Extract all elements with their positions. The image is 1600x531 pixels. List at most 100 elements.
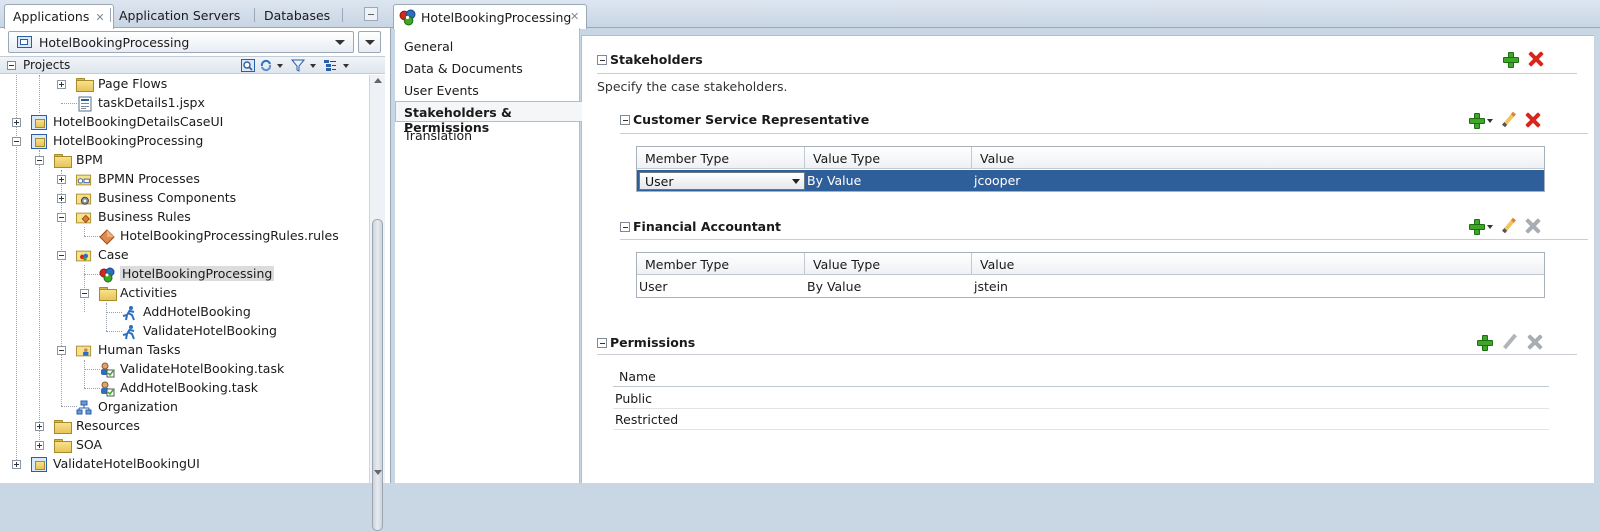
tree-item-resources[interactable]: Resources bbox=[0, 417, 368, 436]
tree-item-soa[interactable]: SOA bbox=[0, 436, 368, 455]
tree-scrollbar[interactable] bbox=[369, 75, 385, 531]
delete-member-icon[interactable] bbox=[1525, 218, 1541, 234]
nav-data-documents[interactable]: Data & Documents bbox=[395, 58, 580, 79]
find-icon[interactable] bbox=[241, 59, 255, 72]
options-icon[interactable] bbox=[323, 59, 337, 72]
permissions-column-header[interactable]: Name bbox=[613, 365, 1549, 387]
tree-item-hotelbookingprocessing-case[interactable]: HotelBookingProcessing bbox=[0, 265, 368, 284]
application-selector[interactable]: HotelBookingProcessing bbox=[8, 31, 354, 53]
expand-icon[interactable] bbox=[12, 118, 21, 127]
add-stakeholder-icon[interactable] bbox=[1502, 51, 1519, 68]
expand-icon[interactable] bbox=[35, 422, 44, 431]
column-header[interactable]: Member Type bbox=[637, 147, 805, 169]
tree-item-validatehotelbooking[interactable]: ValidateHotelBooking bbox=[0, 322, 368, 341]
stakeholder-group-title: Customer Service Representative bbox=[633, 112, 870, 127]
tree-item-validatehotelbooking-task[interactable]: ValidateHotelBooking.task bbox=[0, 360, 368, 379]
scroll-down-icon[interactable] bbox=[374, 470, 382, 475]
rules-file-icon bbox=[99, 229, 115, 245]
tree-item-hotelbookingdetailscaseui[interactable]: HotelBookingDetailsCaseUI bbox=[0, 113, 368, 132]
minimize-icon[interactable] bbox=[364, 7, 378, 21]
nav-stakeholders-permissions[interactable]: Stakeholders & Permissions bbox=[395, 101, 582, 135]
add-member-icon[interactable] bbox=[1468, 218, 1485, 235]
tree-item-bpmn-processes[interactable]: BPMN Processes bbox=[0, 170, 368, 189]
application-menu-button[interactable] bbox=[358, 31, 381, 53]
editor-tab-hotelbookingprocessing[interactable]: HotelBookingProcessing ✕ bbox=[393, 4, 587, 29]
collapse-group-icon[interactable] bbox=[620, 222, 630, 232]
delete-permission-icon[interactable] bbox=[1527, 334, 1543, 350]
expand-icon[interactable] bbox=[57, 175, 66, 184]
table-row[interactable]: User By Value jcooper bbox=[637, 170, 1544, 191]
value-cell[interactable]: jstein bbox=[972, 276, 1008, 296]
chevron-down-icon[interactable] bbox=[1487, 225, 1493, 229]
nav-label: User Events bbox=[404, 83, 479, 98]
case-icon bbox=[99, 267, 115, 283]
tab-databases[interactable]: Databases bbox=[256, 4, 338, 28]
collapse-group-icon[interactable] bbox=[620, 115, 630, 125]
tree-item-validatehotelbookingui[interactable]: ValidateHotelBookingUI bbox=[0, 455, 368, 474]
sync-icon[interactable] bbox=[259, 59, 273, 72]
expand-icon[interactable] bbox=[57, 194, 66, 203]
collapse-section-icon[interactable] bbox=[597, 338, 607, 348]
tree-item-bpm[interactable]: BPM bbox=[0, 151, 368, 170]
task-file-icon bbox=[101, 381, 115, 397]
value-type-cell[interactable]: By Value bbox=[805, 170, 861, 190]
collapse-icon[interactable] bbox=[57, 213, 66, 222]
column-header[interactable]: Value bbox=[972, 253, 1544, 275]
tree-item-case[interactable]: Case bbox=[0, 246, 368, 265]
tree-item-label: SOA bbox=[76, 437, 103, 452]
edit-member-icon[interactable] bbox=[1500, 218, 1516, 234]
tree-item-activities[interactable]: Activities bbox=[0, 284, 368, 303]
member-type-cell[interactable]: User bbox=[637, 276, 668, 296]
chevron-down-icon[interactable] bbox=[343, 64, 349, 68]
close-icon[interactable]: ✕ bbox=[570, 10, 579, 23]
tree-item-rules-file[interactable]: HotelBookingProcessingRules.rules bbox=[0, 227, 368, 246]
value-type-cell[interactable]: By Value bbox=[805, 276, 861, 296]
collapse-icon[interactable] bbox=[57, 251, 66, 260]
tree-item-hotelbookingprocessing-project[interactable]: HotelBookingProcessing bbox=[0, 132, 368, 151]
chevron-down-icon[interactable] bbox=[310, 64, 316, 68]
tree-item-addhotelbooking-task[interactable]: AddHotelBooking.task bbox=[0, 379, 368, 398]
tab-application-servers[interactable]: Application Servers bbox=[111, 4, 248, 28]
folder-icon bbox=[99, 287, 117, 301]
column-header[interactable]: Value Type bbox=[805, 253, 972, 275]
expand-icon[interactable] bbox=[35, 441, 44, 450]
collapse-projects-icon[interactable] bbox=[7, 61, 16, 70]
nav-general[interactable]: General bbox=[395, 36, 580, 57]
tree-item-taskdetails-jspx[interactable]: taskDetails1.jspx bbox=[0, 94, 368, 113]
edit-member-icon[interactable] bbox=[1500, 112, 1516, 128]
tab-applications[interactable]: Applications ✕ bbox=[4, 4, 114, 29]
collapse-icon[interactable] bbox=[12, 137, 21, 146]
add-member-icon[interactable] bbox=[1468, 112, 1485, 129]
column-header[interactable]: Value bbox=[972, 147, 1544, 169]
collapse-icon[interactable] bbox=[35, 156, 44, 165]
collapse-icon[interactable] bbox=[80, 289, 89, 298]
delete-stakeholder-icon[interactable] bbox=[1528, 51, 1544, 67]
tree-item-human-tasks[interactable]: Human Tasks bbox=[0, 341, 368, 360]
column-header[interactable]: Member Type bbox=[637, 253, 805, 275]
nav-user-events[interactable]: User Events bbox=[395, 80, 580, 101]
filter-icon[interactable] bbox=[291, 59, 305, 72]
add-permission-icon[interactable] bbox=[1476, 334, 1493, 351]
edit-permission-icon[interactable] bbox=[1501, 334, 1517, 350]
collapse-section-icon[interactable] bbox=[597, 55, 607, 65]
tree-item-page-flows[interactable]: Page Flows bbox=[0, 75, 368, 94]
tree-item-addhotelbooking[interactable]: AddHotelBooking bbox=[0, 303, 368, 322]
tree-item-business-components[interactable]: Business Components bbox=[0, 189, 368, 208]
collapse-icon[interactable] bbox=[57, 346, 66, 355]
tree-item-business-rules[interactable]: Business Rules bbox=[0, 208, 368, 227]
chevron-down-icon[interactable] bbox=[277, 64, 283, 68]
column-header[interactable]: Value Type bbox=[805, 147, 972, 169]
scrollbar-thumb[interactable] bbox=[372, 219, 383, 531]
chevron-down-icon[interactable] bbox=[1487, 119, 1493, 123]
permission-row[interactable]: Public bbox=[613, 388, 1549, 409]
tab-separator bbox=[254, 8, 255, 22]
member-type-select[interactable]: User bbox=[639, 172, 805, 190]
tree-item-organization[interactable]: Organization bbox=[0, 398, 368, 417]
delete-member-icon[interactable] bbox=[1525, 112, 1541, 128]
permission-row[interactable]: Restricted bbox=[613, 409, 1549, 430]
expand-icon[interactable] bbox=[12, 460, 21, 469]
value-cell[interactable]: jcooper bbox=[972, 170, 1020, 190]
close-icon[interactable]: ✕ bbox=[95, 11, 104, 24]
expand-icon[interactable] bbox=[57, 80, 66, 89]
scroll-up-icon[interactable] bbox=[374, 78, 382, 83]
